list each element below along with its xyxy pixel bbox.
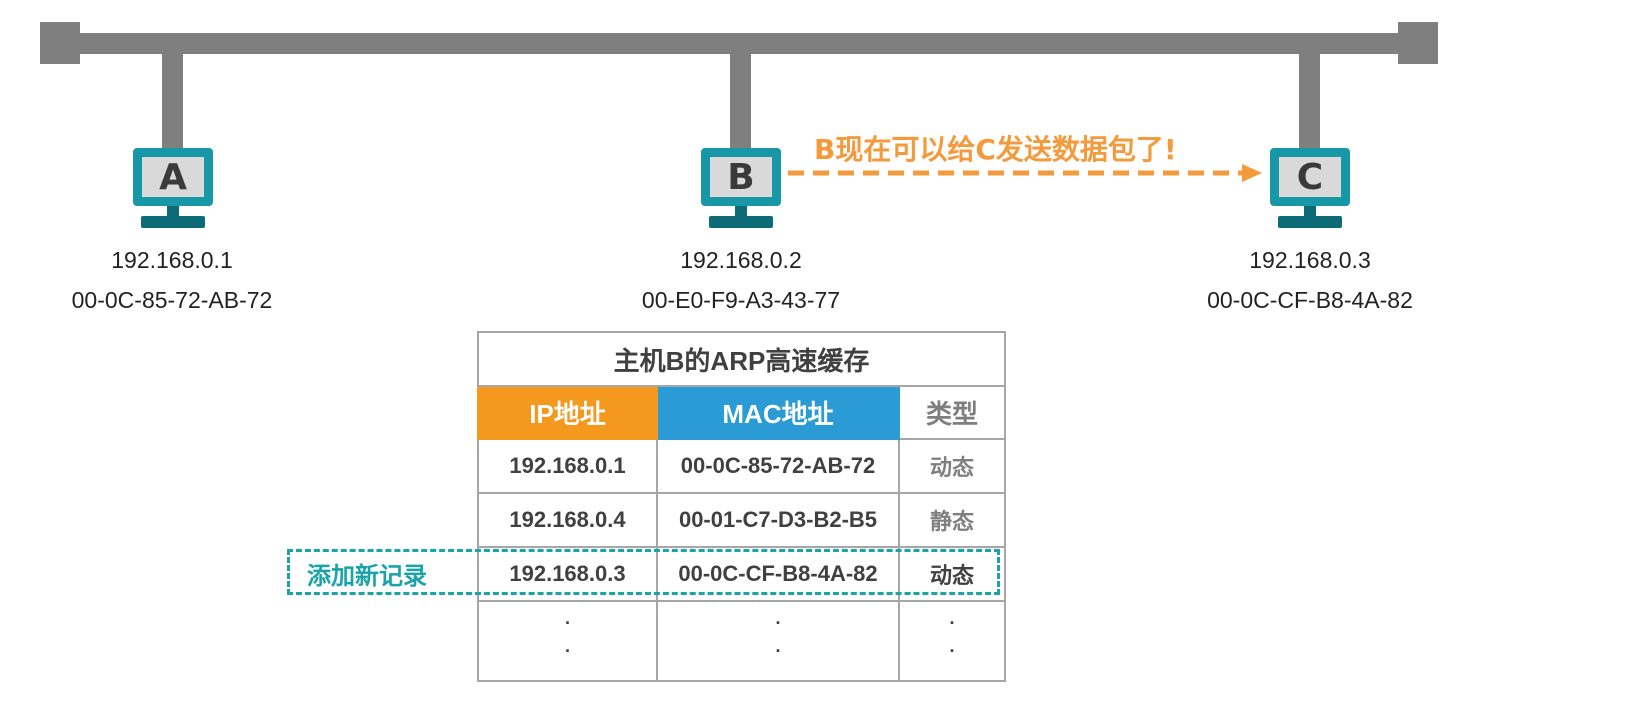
host-c-computer-icon: C — [1268, 148, 1352, 232]
ellipsis-type: . . — [898, 600, 1006, 682]
drop-line-c — [1299, 50, 1320, 150]
send-message: B现在可以给C发送数据包了! — [814, 133, 1177, 166]
host-a-ip: 192.168.0.1 — [111, 247, 233, 273]
host-a-address: 192.168.0.1 00-0C-85-72-AB-72 — [62, 240, 282, 320]
ellipsis-ip: . . — [477, 600, 658, 682]
host-c-address: 192.168.0.3 00-0C-CF-B8-4A-82 — [1200, 240, 1420, 320]
table-row: 192.168.0.4 00-01-C7-D3-B2-B5 静态 — [477, 492, 1006, 548]
host-b-label: B — [710, 157, 772, 198]
cell-ip: 192.168.0.1 — [477, 438, 658, 494]
host-a-mac: 00-0C-85-72-AB-72 — [71, 287, 273, 313]
bus-terminator-right — [1398, 22, 1438, 64]
table-row-ellipsis: . . . . . . — [477, 600, 1006, 682]
host-b-computer-icon: B — [699, 148, 783, 232]
cell-mac: 00-01-C7-D3-B2-B5 — [656, 492, 900, 548]
header-mac: MAC地址 — [656, 385, 900, 440]
host-b-address: 192.168.0.2 00-E0-F9-A3-43-77 — [631, 240, 851, 320]
new-record-label: 添加新记录 — [307, 562, 427, 590]
host-c-ip: 192.168.0.3 — [1249, 247, 1371, 273]
host-c-mac: 00-0C-CF-B8-4A-82 — [1207, 287, 1413, 313]
arp-table-title: 主机B的ARP高速缓存 — [477, 331, 1006, 387]
host-a-label: A — [142, 157, 204, 198]
bus-terminator-left — [40, 22, 80, 64]
host-b-ip: 192.168.0.2 — [680, 247, 802, 273]
header-type: 类型 — [898, 385, 1006, 440]
cell-type: 静态 — [898, 492, 1006, 548]
drop-line-a — [162, 50, 183, 150]
host-c-label: C — [1279, 157, 1341, 198]
cell-mac: 00-0C-85-72-AB-72 — [656, 438, 900, 494]
host-a-computer-icon: A — [131, 148, 215, 232]
table-row: 192.168.0.1 00-0C-85-72-AB-72 动态 — [477, 438, 1006, 494]
arp-cache-table: 主机B的ARP高速缓存 IP地址 MAC地址 类型 192.168.0.1 00… — [477, 331, 1006, 682]
cell-ip: 192.168.0.4 — [477, 492, 658, 548]
host-b-mac: 00-E0-F9-A3-43-77 — [641, 287, 841, 313]
ellipsis-mac: . . — [656, 600, 900, 682]
header-ip: IP地址 — [477, 385, 658, 440]
drop-line-b — [730, 50, 751, 150]
cell-type: 动态 — [898, 438, 1006, 494]
